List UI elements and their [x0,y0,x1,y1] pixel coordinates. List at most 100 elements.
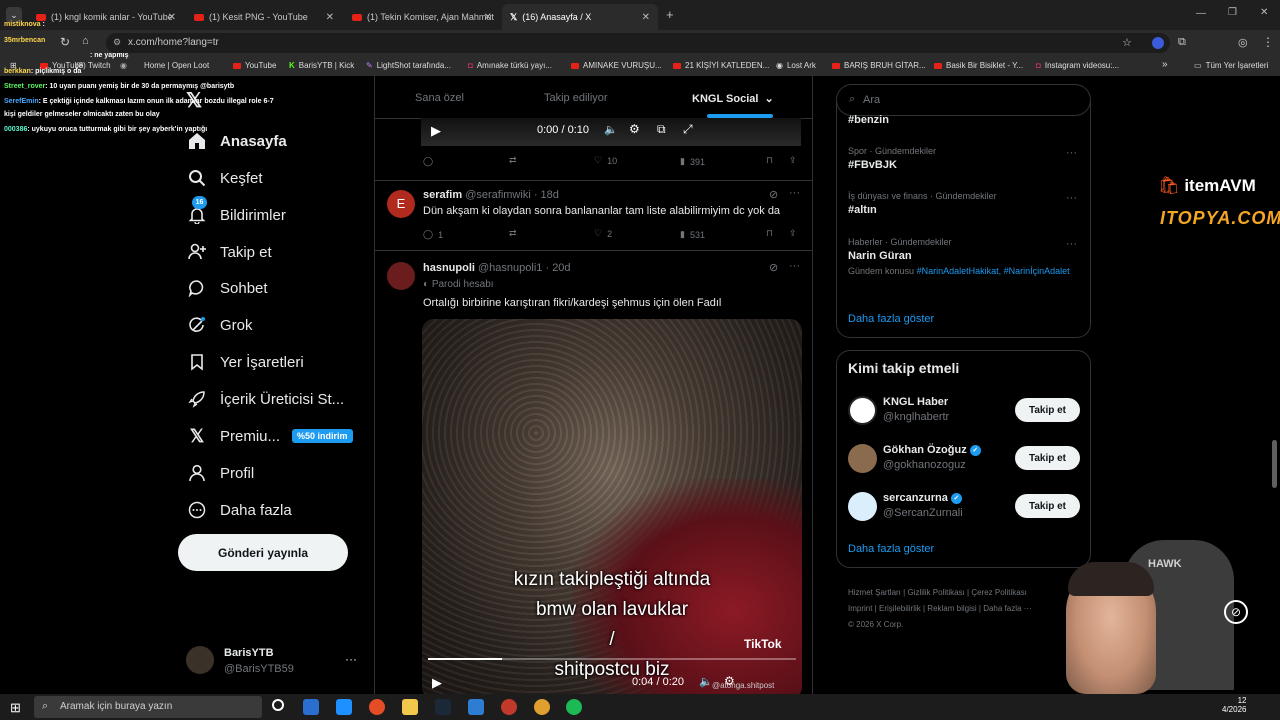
share-button[interactable]: ⇪ [789,155,797,166]
volume-icon[interactable]: 🔈 [604,123,618,136]
grok-icon[interactable]: ⊘ [769,261,778,274]
footer-link[interactable]: Reklam bilgisi [927,604,976,613]
avatar[interactable]: E [387,190,415,218]
avatar[interactable] [848,492,877,521]
trend-item[interactable]: #benzin [848,114,889,126]
tab-following[interactable]: Takip ediliyor [544,92,608,104]
play-icon[interactable]: ▶ [432,675,442,691]
profile-icon[interactable]: ◎ [1238,36,1248,49]
video-player[interactable]: ▶ 0:00 / 0:10 🔈 ⚙ ⧉ ⤢ [421,118,801,146]
bookmark-item[interactable]: Basik Bir Bisiklet - Y... [934,61,1023,70]
author-handle[interactable]: @serafimwiki [465,189,531,201]
bookmarks-more-button[interactable]: » [1162,59,1168,70]
footer-link[interactable]: Erişilebilirlik [879,604,921,613]
app-icon[interactable] [468,699,484,715]
author-name[interactable]: hasnupoli [423,262,475,274]
bookmark-button[interactable]: ⊓ [766,155,773,166]
file-explorer-icon[interactable] [402,699,418,715]
bookmark-item[interactable]: AMINAKE VURUŞU... [571,61,662,70]
bookmark-button[interactable]: ⊓ [766,228,773,239]
video-player[interactable]: kızın takipleştiği altında bmw olan lavu… [422,319,802,696]
bookmark-item[interactable]: ◘ Amınake türkü yayı... [468,61,552,70]
tab-youtube-3[interactable]: (1) Tekin Komiser, Ajan Mahmut ✕ [344,4,500,30]
nav-follow[interactable]: Takip et [186,239,272,265]
suggested-name[interactable]: sercanzurna ✓ [883,492,962,504]
steam-icon[interactable] [435,699,451,715]
settings-icon[interactable]: ⚙ [629,122,640,136]
bookmark-item[interactable]: BARIŞ BRUH GİTAR... [832,61,926,70]
avatar[interactable] [848,396,877,425]
reply-button[interactable]: ◯ 1 [423,229,443,240]
post-time[interactable]: · 18d [534,189,559,201]
settings-icon[interactable]: ⚙ [724,674,735,688]
pip-icon[interactable]: ⧉ [657,122,666,137]
trend-topics[interactable]: #NarinAdaletHakikat, #NarinİçinAdalet [917,266,1070,276]
trend-more-button[interactable]: ··· [1066,147,1077,159]
chrome-icon[interactable] [369,699,385,715]
bookmark-item[interactable]: ✎ LightShot tarafında... [366,61,451,70]
task-view-icon[interactable] [272,699,284,711]
nav-creator-studio[interactable]: İçerik Üreticisi St... [186,386,344,412]
show-more-link[interactable]: Daha fazla göster [848,313,934,325]
close-icon[interactable]: ✕ [484,12,492,23]
tab-kngl-social[interactable]: KNGL Social ⌄ [692,92,774,105]
fullscreen-icon[interactable]: ⤢ [683,122,693,137]
post-time[interactable]: · 20d [545,262,570,274]
grok-icon[interactable]: ⊘ [769,188,778,201]
author-handle[interactable]: @hasnupoli1 [478,262,542,274]
more-icon[interactable]: ··· [789,260,800,272]
views-button[interactable]: ▮ 391 [680,156,705,167]
trend-item[interactable]: Spor · Gündemdekiler #FBvBJK [848,146,936,171]
footer-link[interactable]: Daha fazla ··· [983,604,1031,613]
spotify-icon[interactable] [566,699,582,715]
avatar[interactable] [186,646,214,674]
like-button[interactable]: ♡ 10 [594,155,617,166]
minimize-button[interactable]: — [1196,8,1206,19]
app-icon[interactable] [303,699,319,715]
avatar[interactable] [848,444,877,473]
close-icon[interactable]: ✕ [642,12,650,23]
all-bookmarks[interactable]: ▭ Tüm Yer İşaretleri [1194,61,1268,70]
chrome-icon[interactable] [534,699,550,715]
trend-item[interactable]: İş dünyası ve finans · Gündemdekiler #al… [848,191,997,216]
suggested-name[interactable]: KNGL Haber [883,396,948,408]
trend-item[interactable]: Haberler · Gündemdekiler Narin Güran Gün… [848,237,1080,277]
scrollbar-thumb[interactable] [1272,440,1277,488]
repost-button[interactable]: ⇄ [509,228,517,239]
volume-icon[interactable]: 🔈 [699,675,713,688]
suggested-name[interactable]: Gökhan Özoğuz ✓ [883,444,981,456]
taskbar-search-input[interactable]: ⌕ Aramak için buraya yazın [34,696,262,718]
footer-link[interactable]: Gizlilik Politikası [907,588,964,597]
star-icon[interactable]: ☆ [1122,36,1132,49]
like-button[interactable]: ♡ 2 [594,228,612,239]
nav-notifications[interactable]: 16 Bildirimler [186,196,286,228]
menu-icon[interactable]: ⋮ [1262,35,1274,49]
reply-button[interactable]: ◯ [423,156,433,167]
app-icon[interactable] [336,699,352,715]
avatar[interactable] [387,262,415,290]
obs-icon[interactable] [501,699,517,715]
new-tab-button[interactable]: + [666,7,674,22]
nav-bookmarks[interactable]: Yer İşaretleri [186,349,304,375]
post-button[interactable]: Gönderi yayınla [178,534,348,571]
tab-x-home[interactable]: 𝕏 (16) Anasayfa / X ✕ [502,4,658,30]
windows-start-icon[interactable]: ⊞ [10,700,21,716]
taskbar-clock[interactable]: 12 4/2026 [1222,696,1246,714]
nav-more[interactable]: Daha fazla [186,497,292,523]
restore-button[interactable]: ❐ [1228,7,1237,18]
account-menu-button[interactable]: ··· [345,652,357,666]
bookmark-item[interactable]: ◘ Instagram videosu:... [1036,61,1119,70]
footer-link[interactable]: Çerez Politikası [971,588,1027,597]
more-icon[interactable]: ··· [789,187,800,199]
trend-more-button[interactable]: ··· [1066,238,1077,250]
nav-premium[interactable]: 𝕏 Premiu... %50 indirim [186,423,353,449]
bookmark-item[interactable]: ◉ Lost Ark [776,61,816,70]
extension-icon[interactable] [1152,37,1164,49]
share-button[interactable]: ⇪ [789,228,797,239]
puzzle-icon[interactable]: ⧉ [1178,36,1186,49]
author-name[interactable]: serafim [423,189,462,201]
bookmark-item[interactable]: 21 KİŞİYİ KATLEDEN... [673,61,769,70]
nav-grok[interactable]: Grok [186,312,253,338]
play-icon[interactable]: ▶ [431,123,441,139]
repost-button[interactable]: ⇄ [509,155,517,166]
